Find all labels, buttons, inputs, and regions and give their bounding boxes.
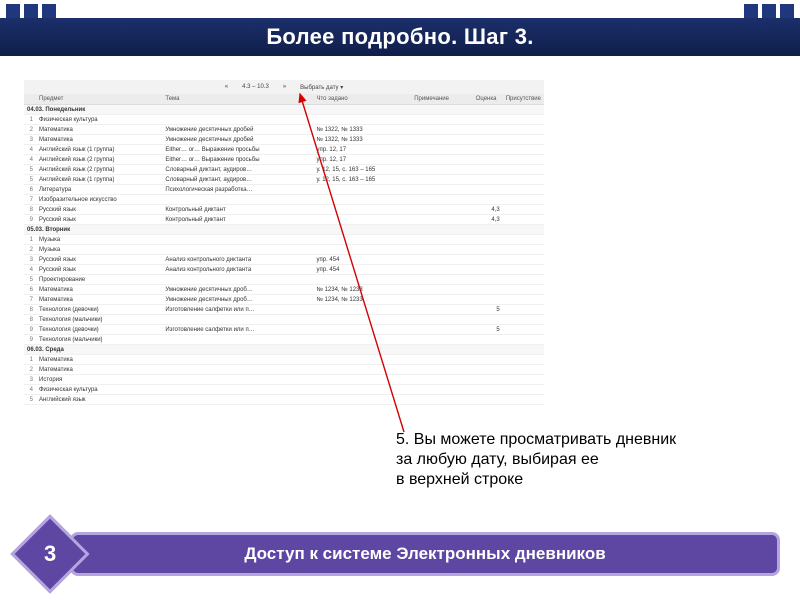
lesson-row: 8Русский языкКонтрольный диктант4,3 — [24, 205, 544, 215]
lesson-row: 1Физическая культура — [24, 115, 544, 125]
prev-week-button[interactable]: « — [221, 83, 232, 91]
lesson-row: 2МатематикаУмножение десятичных дробей№ … — [24, 125, 544, 135]
lesson-row: 4Английский язык (1 группа)Either… or… В… — [24, 145, 544, 155]
lesson-row: 6ЛитератураПсихологическая разработка… — [24, 185, 544, 195]
date-picker[interactable]: Выбрать дату ▾ — [296, 83, 347, 92]
footer-bar: Доступ к системе Электронных дневников — [70, 532, 780, 576]
lesson-row: 5Английский язык (1 группа)Словарный дик… — [24, 175, 544, 185]
lesson-row: 7Изобразительное искусство — [24, 195, 544, 205]
day-heading-row: 06.03. Среда — [24, 345, 544, 355]
lesson-row: 2Математика — [24, 365, 544, 375]
diary-date-toolbar: « 4.3 – 10.3 » Выбрать дату ▾ — [24, 80, 544, 94]
lesson-row: 7МатематикаУмножение десятичных дроб…№ 1… — [24, 295, 544, 305]
day-heading-row: 05.03. Вторник — [24, 225, 544, 235]
lesson-row: 4Физическая культура — [24, 385, 544, 395]
lesson-row: 3МатематикаУмножение десятичных дробей№ … — [24, 135, 544, 145]
lesson-row: 5Английский язык (2 группа)Словарный дик… — [24, 165, 544, 175]
diary-table: Предмет Тема Что задано Примечание Оценк… — [24, 94, 544, 405]
lesson-row: 9Технология (мальчики) — [24, 335, 544, 345]
lesson-row: 1Математика — [24, 355, 544, 365]
lesson-row: 6МатематикаУмножение десятичных дроб…№ 1… — [24, 285, 544, 295]
explanation-text: 5. Вы можете просматривать дневник за лю… — [396, 430, 780, 490]
next-week-button[interactable]: » — [279, 83, 290, 91]
lesson-row: 8Технология (мальчики) — [24, 315, 544, 325]
lesson-row: 4Русский языкАнализ контрольного диктант… — [24, 265, 544, 275]
lesson-row: 5Проектирование — [24, 275, 544, 285]
lesson-row: 3Русский языкАнализ контрольного диктант… — [24, 255, 544, 265]
lesson-row: 5Английский язык — [24, 395, 544, 405]
diary-screenshot: « 4.3 – 10.3 » Выбрать дату ▾ Предмет Те… — [24, 80, 544, 405]
step-badge: 3 — [10, 514, 89, 593]
lesson-row: 2Музыка — [24, 245, 544, 255]
lesson-row: 1Музыка — [24, 235, 544, 245]
table-header-row: Предмет Тема Что задано Примечание Оценк… — [24, 94, 544, 105]
date-range: 4.3 – 10.3 — [238, 83, 273, 91]
lesson-row: 9Технология (девочки)Изготовление салфет… — [24, 325, 544, 335]
lesson-row: 3История — [24, 375, 544, 385]
slide-title: Более подробно. Шаг 3. — [0, 18, 800, 56]
lesson-row: 8Технология (девочки)Изготовление салфет… — [24, 305, 544, 315]
lesson-row: 9Русский языкКонтрольный диктант4,3 — [24, 215, 544, 225]
day-heading-row: 04.03. Понедельник — [24, 105, 544, 115]
lesson-row: 4Английский язык (2 группа)Either… or… В… — [24, 155, 544, 165]
